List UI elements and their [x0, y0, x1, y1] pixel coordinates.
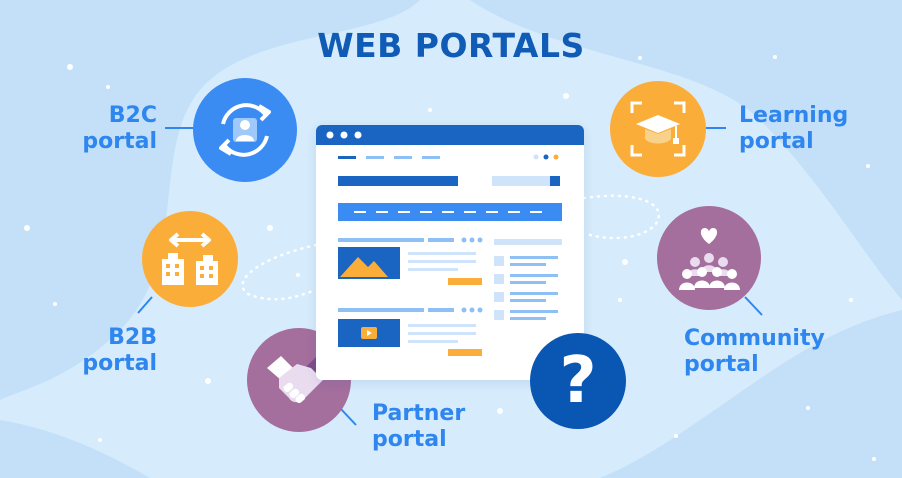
partner-line2: portal [372, 427, 447, 452]
learning-portal-label: Learning portal [739, 103, 848, 155]
b2b-portal-label: B2B portal [82, 325, 157, 377]
community-line2: portal [684, 352, 759, 377]
partner-line1: Partner [372, 401, 466, 426]
community-portal-circle [657, 206, 761, 310]
b2b-line1: B2B [108, 325, 157, 350]
question-mark-icon: ? [559, 344, 597, 418]
b2b-portal-circle [142, 211, 238, 307]
learning-line1: Learning [739, 103, 849, 128]
b2c-portal-label: B2C portal [82, 103, 157, 155]
learning-line2: portal [739, 129, 814, 154]
refresh-user-icon [219, 103, 271, 157]
community-icon [679, 228, 740, 290]
help-circle: ? [530, 333, 626, 429]
buildings-icon [162, 232, 218, 285]
learning-portal-circle [610, 81, 706, 177]
b2c-line1: B2C [108, 103, 157, 128]
graduation-cap-icon [630, 101, 686, 157]
partner-portal-label: Partner portal [372, 401, 465, 453]
b2b-line2: portal [82, 351, 157, 376]
community-portal-label: Community portal [684, 326, 825, 378]
community-line1: Community [684, 326, 825, 351]
b2c-portal-circle [193, 78, 297, 182]
b2c-line2: portal [82, 129, 157, 154]
page-title: WEB PORTALS [317, 26, 585, 65]
